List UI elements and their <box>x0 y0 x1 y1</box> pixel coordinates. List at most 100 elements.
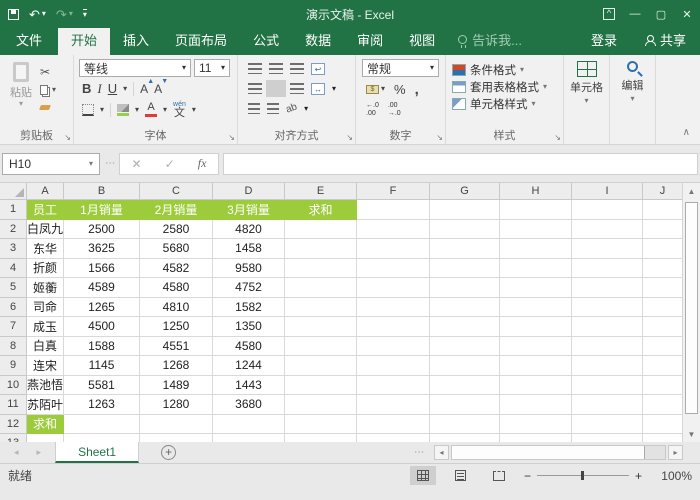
row-header-4[interactable]: 4 <box>0 259 27 279</box>
cell-H1[interactable] <box>500 200 572 220</box>
cell-J2[interactable] <box>643 220 682 240</box>
cell-F8[interactable] <box>357 337 430 357</box>
cell-D13[interactable] <box>213 434 285 442</box>
borders-dropdown-icon[interactable]: ▾ <box>100 106 104 114</box>
orientation-button[interactable]: ab <box>284 101 298 115</box>
cell-D8[interactable]: 4580 <box>213 337 285 357</box>
row-header-8[interactable]: 8 <box>0 337 27 357</box>
increase-decimal-button[interactable]: ←.0 .00 <box>366 102 379 117</box>
tab-公式[interactable]: 公式 <box>240 25 292 55</box>
cell-D4[interactable]: 9580 <box>213 259 285 279</box>
zoom-in-button[interactable]: + <box>635 469 642 483</box>
cell-A7[interactable]: 成玉 <box>27 317 64 337</box>
cell-E7[interactable] <box>285 317 357 337</box>
undo-button[interactable]: ↶▾ <box>29 8 46 21</box>
cell-A10[interactable]: 燕池悟 <box>27 376 64 396</box>
bold-button[interactable]: B <box>82 81 91 96</box>
save-button[interactable] <box>8 9 19 20</box>
cell-G9[interactable] <box>430 356 500 376</box>
cell-F13[interactable] <box>357 434 430 442</box>
font-color-button[interactable]: A <box>145 102 157 117</box>
scroll-down-button[interactable]: ▼ <box>683 426 700 442</box>
accounting-format-button[interactable]: $▾ <box>366 85 385 94</box>
cell-J4[interactable] <box>643 259 682 279</box>
row-header-2[interactable]: 2 <box>0 220 27 240</box>
normal-view-button[interactable] <box>410 466 436 485</box>
cells-dropdown-icon[interactable]: ▾ <box>584 97 588 105</box>
cell-E12[interactable] <box>285 415 357 435</box>
new-sheet-button[interactable]: + <box>161 445 176 460</box>
row-header-13[interactable]: 13 <box>0 434 27 442</box>
cell-I2[interactable] <box>572 220 643 240</box>
merge-center-button[interactable]: ↔ <box>311 83 325 95</box>
cell-J9[interactable] <box>643 356 682 376</box>
center-button[interactable] <box>269 83 283 94</box>
zoom-slider[interactable] <box>537 475 629 476</box>
comma-style-button[interactable]: , <box>415 81 419 98</box>
cell-A3[interactable]: 东华 <box>27 239 64 259</box>
tab-插入[interactable]: 插入 <box>110 25 162 55</box>
cell-B5[interactable]: 4589 <box>64 278 140 298</box>
cell-I10[interactable] <box>572 376 643 396</box>
cell-F9[interactable] <box>357 356 430 376</box>
cell-A5[interactable]: 姬蘅 <box>27 278 64 298</box>
tell-me-box[interactable]: 告诉我... <box>448 25 532 55</box>
row-header-3[interactable]: 3 <box>0 239 27 259</box>
tab-页面布局[interactable]: 页面布局 <box>162 25 240 55</box>
cell-J13[interactable] <box>643 434 682 442</box>
share-button[interactable]: 共享 <box>631 25 700 55</box>
increase-font-button[interactable]: A▲ <box>140 82 148 96</box>
name-box[interactable]: H10 ▾ <box>2 153 100 175</box>
cell-G12[interactable] <box>430 415 500 435</box>
cell-G6[interactable] <box>430 298 500 318</box>
cell-C1[interactable]: 2月销量 <box>140 200 213 220</box>
cell-F2[interactable] <box>357 220 430 240</box>
zoom-out-button[interactable]: − <box>524 469 531 483</box>
format-painter-button[interactable] <box>40 100 56 115</box>
cell-A13[interactable] <box>27 434 64 442</box>
align-left-button[interactable] <box>248 83 262 94</box>
cell-E5[interactable] <box>285 278 357 298</box>
cell-B12[interactable] <box>64 415 140 435</box>
top-align-button[interactable] <box>248 63 262 74</box>
collapse-ribbon-button[interactable]: ∧ <box>683 127 690 138</box>
cell-H4[interactable] <box>500 259 572 279</box>
minimize-button[interactable]: — <box>622 0 648 28</box>
tab-file[interactable]: 文件 <box>0 25 58 55</box>
row-header-7[interactable]: 7 <box>0 317 27 337</box>
confirm-entry-button[interactable]: ✓ <box>165 157 175 171</box>
row-header-12[interactable]: 12 <box>0 415 27 435</box>
cell-C6[interactable]: 4810 <box>140 298 213 318</box>
cell-E13[interactable] <box>285 434 357 442</box>
insert-function-button[interactable]: fx <box>198 156 207 171</box>
cell-I4[interactable] <box>572 259 643 279</box>
clipboard-dialog-launcher[interactable]: ↘ <box>64 133 71 142</box>
phonetic-guide-button[interactable]: wén文 <box>173 101 186 119</box>
editing-label[interactable]: 编辑 <box>622 77 644 93</box>
row-header-5[interactable]: 5 <box>0 278 27 298</box>
alignment-dialog-launcher[interactable]: ↘ <box>346 133 353 142</box>
phonetic-dropdown-icon[interactable]: ▾ <box>192 106 196 114</box>
cell-B1[interactable]: 1月销量 <box>64 200 140 220</box>
cell-I5[interactable] <box>572 278 643 298</box>
cell-D5[interactable]: 4752 <box>213 278 285 298</box>
decrease-font-button[interactable]: A▼ <box>154 82 162 96</box>
cell-E4[interactable] <box>285 259 357 279</box>
cell-H2[interactable] <box>500 220 572 240</box>
cell-G5[interactable] <box>430 278 500 298</box>
underline-button[interactable]: U <box>108 81 117 96</box>
cell-H3[interactable] <box>500 239 572 259</box>
cell-E3[interactable] <box>285 239 357 259</box>
cell-B6[interactable]: 1265 <box>64 298 140 318</box>
cell-G8[interactable] <box>430 337 500 357</box>
cell-C12[interactable] <box>140 415 213 435</box>
maximize-button[interactable]: ▢ <box>648 0 674 28</box>
page-layout-view-button[interactable] <box>448 466 474 485</box>
cell-A12[interactable]: 求和 <box>27 415 64 435</box>
cell-G4[interactable] <box>430 259 500 279</box>
cell-J5[interactable] <box>643 278 682 298</box>
decrease-indent-button[interactable] <box>248 103 260 114</box>
cell-B4[interactable]: 1566 <box>64 259 140 279</box>
cell-D11[interactable]: 3680 <box>213 395 285 415</box>
cell-B11[interactable]: 1263 <box>64 395 140 415</box>
